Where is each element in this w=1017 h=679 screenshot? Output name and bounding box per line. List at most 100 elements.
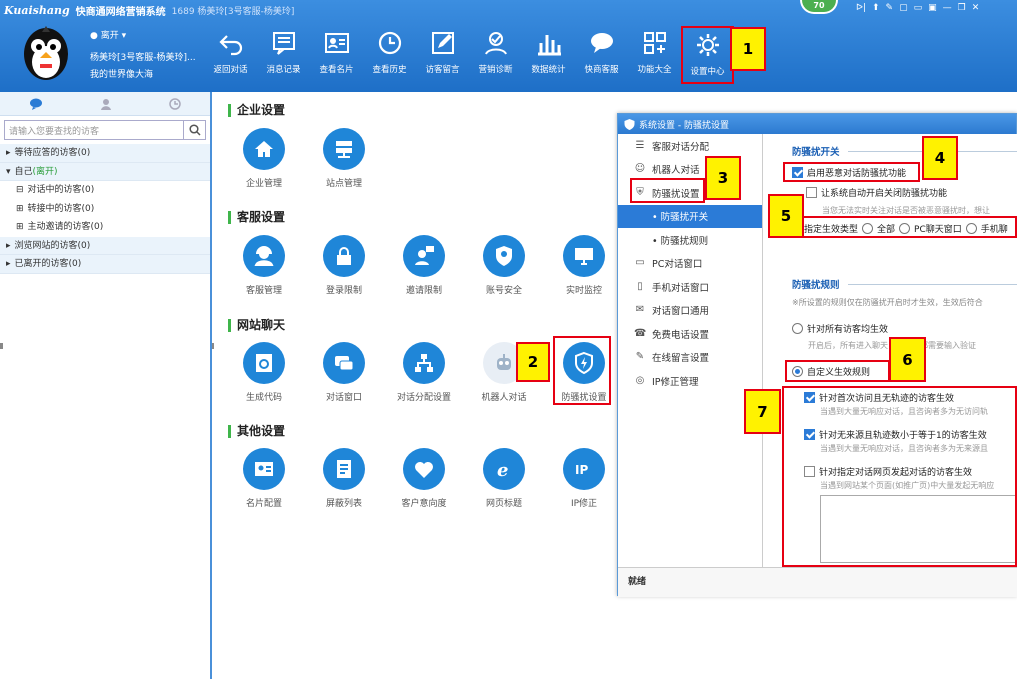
item-ip-correction[interactable]: IP IP修正 (544, 448, 624, 509)
item-label: 屏蔽列表 (325, 499, 362, 509)
chat-tab-icon[interactable] (29, 98, 43, 110)
dialog-nav-item[interactable]: • 防骚扰规则 (618, 228, 762, 252)
edit-icon: ✎ (635, 351, 645, 363)
window-control-icon[interactable]: ⬆ (872, 3, 880, 13)
toolbar-all-features[interactable]: 功能大全 (628, 26, 681, 84)
item-chat-distribution[interactable]: 对话分配设置 (384, 342, 464, 403)
radio[interactable] (792, 323, 803, 334)
code-page-icon (256, 354, 272, 372)
tree-node[interactable]: ⊞ 主动邀请的访客(0) (0, 218, 210, 237)
rule-note: ※所设置的规则仅在防骚扰开启时才生效，生效后符合 (792, 298, 983, 307)
tree-toggle-icon[interactable]: ⊞ (16, 222, 24, 232)
history-tab-icon[interactable] (169, 97, 182, 110)
dialog-nav-label: • 防骚扰规则 (652, 235, 709, 247)
item-card-config[interactable]: 名片配置 (224, 448, 304, 509)
window-control-icon[interactable]: ✕ (972, 3, 980, 13)
search-icon (188, 124, 201, 136)
tree-node[interactable]: ⊟ 对话中的访客(0) (0, 181, 210, 200)
visitor-sidebar: 请输入您要查找的访客 ▸ 等待应答的访客(0) ▾ 自己(离开) ⊟ 对话中的访客(0) ⊞… (0, 92, 212, 679)
visitor-search[interactable]: 请输入您要查找的访客 (4, 120, 206, 140)
dialog-nav-item[interactable]: ▭ PC对话窗口 (618, 252, 762, 276)
item-label: IP修正 (570, 499, 598, 509)
highlight-nav-anti-harassment (630, 178, 705, 203)
tree-node[interactable]: ▸ 已离开的访客(0) (0, 255, 210, 274)
tree-node[interactable]: ▸ 等待应答的访客(0) (0, 144, 210, 163)
tree-node-label: 浏览网站的访客(0) (14, 240, 91, 251)
rule-all-radio[interactable]: 针对所有访客均生效 (792, 322, 888, 335)
toolbar-statistics[interactable]: 数据统计 (522, 26, 575, 84)
toolbar-settings-center[interactable]: 设置中心 (681, 26, 734, 84)
item-enterprise-management[interactable]: 企业管理 (224, 128, 304, 189)
tree-toggle-icon[interactable]: ⊟ (16, 185, 24, 195)
tree-node-label: 转接中的访客(0) (27, 203, 95, 214)
divider (848, 284, 1017, 285)
mobile-icon: ▯ (637, 280, 643, 292)
item-page-title[interactable]: e 网页标题 (464, 448, 544, 509)
avatar[interactable] (20, 22, 72, 82)
contacts-tab-icon[interactable] (100, 98, 112, 110)
dialog-nav-label: 在线留言设置 (652, 353, 710, 365)
tree-toggle-icon[interactable]: ▾ (6, 167, 11, 177)
search-button[interactable] (183, 121, 205, 139)
dialog-nav-item[interactable]: • 防骚扰开关 (618, 204, 762, 228)
invite-person-icon (415, 246, 434, 265)
item-site-management[interactable]: 站点管理 (304, 128, 384, 189)
section-title: 网站聊天 (228, 319, 285, 332)
dialog-nav-item[interactable]: ☰ 客服对话分配 (618, 134, 762, 158)
item-realtime-monitor[interactable]: 实时监控 (544, 235, 624, 296)
item-agent-management[interactable]: 客服管理 (224, 235, 304, 296)
toolbar-view-history[interactable]: 查看历史 (363, 26, 416, 84)
highlight-effective-type (798, 216, 1017, 238)
dialog-nav-item[interactable]: ✎ 在线留言设置 (618, 346, 762, 370)
tree-toggle-icon[interactable]: ▸ (6, 241, 11, 251)
callout-3: 3 (705, 156, 741, 200)
settings-shield-icon (624, 118, 635, 130)
tree-toggle-icon[interactable]: ▸ (6, 148, 11, 158)
toolbar-visitor-message[interactable]: 访客留言 (416, 26, 469, 84)
dialog-nav-item[interactable]: ☎ 免费电话设置 (618, 322, 762, 346)
status-dropdown[interactable]: ● 离开 ▾ (90, 28, 126, 41)
tree-toggle-icon[interactable]: ▸ (6, 259, 11, 269)
checkbox[interactable] (806, 187, 817, 198)
window-control-icon[interactable]: ▭ (914, 3, 923, 13)
item-account-security[interactable]: 账号安全 (464, 235, 544, 296)
item-label: 企业管理 (245, 179, 282, 189)
dialog-nav-item[interactable]: ✉ 对话窗口通用 (618, 299, 762, 323)
toolbar-message-record[interactable]: 消息记录 (257, 26, 310, 84)
window-control-icon[interactable]: ✎ (886, 3, 894, 13)
item-invite-restriction[interactable]: 邀请限制 (384, 235, 464, 296)
item-generate-code[interactable]: 生成代码 (224, 342, 304, 403)
toolbar-back-chat[interactable]: 返回对话 (204, 26, 257, 84)
tree-node[interactable]: ⊞ 转接中的访客(0) (0, 199, 210, 218)
toolbar-label: 功能大全 (637, 65, 672, 75)
auto-hint: 当您无法实时关注对话是否被恶意骚扰时，想让 (822, 206, 990, 215)
item-chat-window[interactable]: 对话窗口 (304, 342, 384, 403)
tree-node[interactable]: ▸ 浏览网站的访客(0) (0, 236, 210, 255)
dialog-nav-item[interactable]: ◎ IP修正管理 (618, 369, 762, 393)
callout-2: 2 (516, 342, 550, 382)
window-control-icon[interactable]: — (943, 3, 952, 13)
dialog-title: 系统设置 - 防骚扰设置 (639, 120, 729, 131)
toolbar-marketing-diagnosis[interactable]: 营销诊断 (469, 26, 522, 84)
status-text: 就绪 (628, 577, 647, 587)
item-customer-intent[interactable]: 客户意向度 (384, 448, 464, 509)
window-control-icon[interactable]: ▢ (899, 3, 908, 13)
tree-node-status: (离开) (32, 166, 58, 177)
auto-toggle-checkbox[interactable]: 让系统自动开启关闭防骚扰功能 (806, 186, 947, 199)
tree-node-label: 主动邀请的访客(0) (27, 222, 104, 232)
tree-node[interactable]: ▾ 自己(离开) (0, 162, 210, 181)
window-control-icon[interactable]: ❐ (958, 3, 966, 13)
toolbar-view-card[interactable]: 查看名片 (310, 26, 363, 84)
left-resize-handle[interactable] (0, 343, 3, 349)
item-block-list[interactable]: 屏蔽列表 (304, 448, 384, 509)
score-badge[interactable]: 70 (800, 0, 838, 14)
tree-toggle-icon[interactable]: ⊞ (16, 204, 24, 214)
item-login-restriction[interactable]: 登录限制 (304, 235, 384, 296)
dialog-nav-item[interactable]: ▯ 手机对话窗口 (618, 275, 762, 299)
title-line: Kuaishang 快商通网络营销系统 1689 杨美玲[3号客服-杨美玲] (4, 3, 294, 18)
window-control-icon[interactable]: ▣ (928, 3, 937, 13)
window-control-icon[interactable]: ᐅ| (856, 3, 866, 13)
toolbar-kuaishang-service[interactable]: 快商客服 (575, 26, 628, 84)
location-icon: ◎ (635, 374, 645, 386)
dialog-titlebar[interactable]: 系统设置 - 防骚扰设置 (618, 114, 1016, 134)
